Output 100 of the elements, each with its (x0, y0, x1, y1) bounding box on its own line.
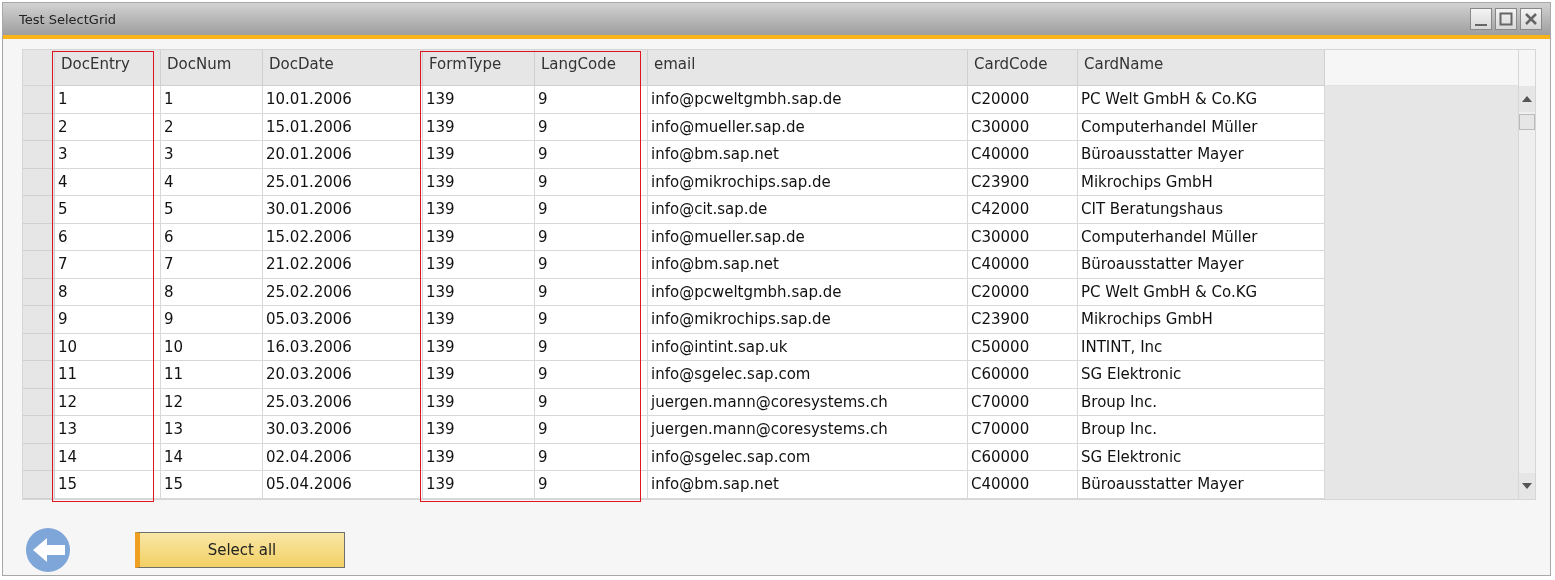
table-cell: 05.04.2006 (263, 471, 423, 499)
table-cell: info@bm.sap.net (648, 251, 968, 279)
table-cell: juergen.mann@coresystems.ch (648, 388, 968, 416)
table-cell: 139 (423, 86, 535, 114)
table-cell: C40000 (968, 471, 1078, 499)
scroll-up-button[interactable] (1519, 86, 1535, 112)
table-cell: 20.03.2006 (263, 361, 423, 389)
table-cell: C30000 (968, 113, 1078, 141)
table-cell: C40000 (968, 251, 1078, 279)
table-cell: 15 (55, 471, 161, 499)
table-cell: 15 (161, 471, 263, 499)
table-cell: 9 (535, 361, 648, 389)
table-cell: 6 (161, 223, 263, 251)
table-cell: juergen.mann@coresystems.ch (648, 416, 968, 444)
table-cell: 139 (423, 223, 535, 251)
select-all-button[interactable]: Select all (135, 531, 345, 568)
table-cell: 2 (161, 113, 263, 141)
table-cell: 9 (535, 416, 648, 444)
table-cell: 3 (161, 141, 263, 169)
table-cell: Computerhandel Müller (1078, 223, 1325, 251)
table-cell: 9 (55, 306, 161, 334)
close-icon (1524, 12, 1538, 26)
table-cell: 9 (535, 333, 648, 361)
table-cell: 11 (55, 361, 161, 389)
row-header[interactable] (23, 443, 55, 471)
table-cell: 7 (161, 251, 263, 279)
minimize-button[interactable] (1470, 8, 1492, 30)
column-header[interactable]: FormType (423, 50, 535, 86)
table-cell: 139 (423, 278, 535, 306)
table-cell: 9 (535, 141, 648, 169)
column-header[interactable]: DocEntry (55, 50, 161, 86)
table-cell: INTINT, Inc (1078, 333, 1325, 361)
table-cell: C23900 (968, 306, 1078, 334)
column-header[interactable]: LangCode (535, 50, 648, 86)
table-cell: 12 (161, 388, 263, 416)
table-cell: SG Elektronic (1078, 361, 1325, 389)
table-cell: Broup Inc. (1078, 388, 1325, 416)
maximize-icon (1499, 12, 1513, 26)
column-header[interactable]: email (648, 50, 968, 86)
table-cell: 9 (535, 86, 648, 114)
table-cell: 02.04.2006 (263, 443, 423, 471)
table-cell: 2 (55, 113, 161, 141)
table-cell: 5 (161, 196, 263, 224)
table-cell: Mikrochips GmbH (1078, 168, 1325, 196)
table-cell: info@mikrochips.sap.de (648, 168, 968, 196)
column-header[interactable]: DocDate (263, 50, 423, 86)
row-header[interactable] (23, 278, 55, 306)
maximize-button[interactable] (1495, 8, 1517, 30)
row-header[interactable] (23, 223, 55, 251)
row-header[interactable] (23, 141, 55, 169)
table-cell: 1 (161, 86, 263, 114)
table-cell: PC Welt GmbH & Co.KG (1078, 278, 1325, 306)
table-cell: C20000 (968, 278, 1078, 306)
table-cell: 9 (535, 196, 648, 224)
column-header[interactable]: DocNum (161, 50, 263, 86)
row-header[interactable] (23, 306, 55, 334)
table-cell: 10 (161, 333, 263, 361)
row-header[interactable] (23, 86, 55, 114)
table-cell: 25.03.2006 (263, 388, 423, 416)
table-cell: 15.01.2006 (263, 113, 423, 141)
table-cell: 9 (535, 471, 648, 499)
table-cell: info@pcweltgmbh.sap.de (648, 278, 968, 306)
table-cell: 6 (55, 223, 161, 251)
table-cell: 9 (535, 388, 648, 416)
table-cell: 8 (161, 278, 263, 306)
scroll-thumb[interactable] (1519, 114, 1535, 130)
table-cell: 3 (55, 141, 161, 169)
table-cell: 13 (161, 416, 263, 444)
column-header[interactable]: CardName (1078, 50, 1325, 86)
row-header[interactable] (23, 471, 55, 499)
table-cell: 8 (55, 278, 161, 306)
table-cell: 4 (55, 168, 161, 196)
table-cell: C70000 (968, 416, 1078, 444)
table-cell: 139 (423, 113, 535, 141)
table-cell: 9 (535, 278, 648, 306)
column-header[interactable]: CardCode (968, 50, 1078, 86)
table-cell: 9 (535, 113, 648, 141)
row-header[interactable] (23, 196, 55, 224)
row-header[interactable] (23, 251, 55, 279)
row-header[interactable] (23, 388, 55, 416)
table-cell: 10 (55, 333, 161, 361)
table-cell: info@cit.sap.de (648, 196, 968, 224)
row-header[interactable] (23, 361, 55, 389)
table-cell: 139 (423, 361, 535, 389)
table-cell: 9 (535, 168, 648, 196)
close-button[interactable] (1520, 8, 1542, 30)
table-cell: 139 (423, 388, 535, 416)
row-header[interactable] (23, 113, 55, 141)
table-cell: C50000 (968, 333, 1078, 361)
table-cell: 16.03.2006 (263, 333, 423, 361)
scroll-down-button[interactable] (1519, 472, 1535, 499)
table-cell: info@mueller.sap.de (648, 113, 968, 141)
row-header[interactable] (23, 333, 55, 361)
table-cell: C20000 (968, 86, 1078, 114)
table-cell: 9 (535, 306, 648, 334)
table-cell: Mikrochips GmbH (1078, 306, 1325, 334)
row-header[interactable] (23, 416, 55, 444)
minimize-icon (1475, 23, 1487, 26)
row-header[interactable] (23, 168, 55, 196)
table-cell: PC Welt GmbH & Co.KG (1078, 86, 1325, 114)
